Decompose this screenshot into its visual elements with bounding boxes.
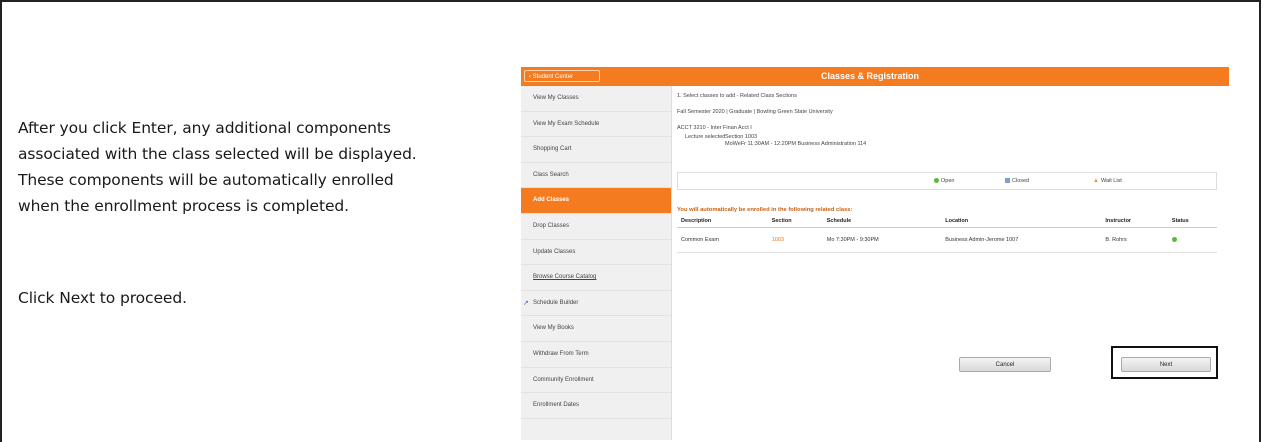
col-description: Description	[677, 215, 768, 228]
lecture-label: Lecture selected	[685, 134, 726, 140]
sidebar-item-update-classes[interactable]: Update Classes	[521, 240, 671, 266]
header-bar: ‹ Student Center Classes & Registration	[521, 67, 1229, 86]
col-instructor: Instructor	[1101, 215, 1168, 228]
step-heading: 1. Select classes to add - Related Class…	[677, 93, 797, 99]
cancel-button[interactable]: Cancel	[959, 357, 1051, 372]
sidebar-item-view-my-classes[interactable]: View My Classes	[521, 86, 671, 112]
legend-open-label: Open	[941, 178, 955, 184]
sidebar-item-view-exam-schedule[interactable]: View My Exam Schedule	[521, 112, 671, 138]
sidebar-item-shopping-cart[interactable]: Shopping Cart	[521, 137, 671, 163]
legend-closed-label: Closed	[1012, 178, 1030, 184]
status-legend: Open Closed ▲ Wait List	[677, 172, 1217, 190]
instruction-text: After you click Enter, any additional co…	[18, 115, 508, 311]
sidebar-item-withdraw[interactable]: Withdraw From Term	[521, 342, 671, 368]
col-status: Status	[1167, 215, 1217, 228]
course-title: ACCT 3210 - Inter Finan Acct I	[677, 125, 752, 131]
col-location: Location	[941, 215, 1102, 228]
table-header-row: Description Section Schedule Location In…	[677, 215, 1217, 228]
lecture-time: MoWeFr 11:30AM - 12:20PM Business Admini…	[725, 141, 867, 147]
external-link-icon: ↗	[523, 299, 529, 307]
page-title: Classes & Registration	[821, 71, 920, 81]
instruction-line: After you click Enter, any additional co…	[18, 119, 391, 137]
cell-description: Common Exam	[677, 227, 768, 253]
sidebar-item-browse-catalog[interactable]: Browse Course Catalog	[521, 265, 671, 291]
student-center-button[interactable]: ‹ Student Center	[524, 70, 600, 82]
sidebar-item-class-search[interactable]: Class Search	[521, 163, 671, 189]
cell-schedule: Mo 7:30PM - 9:30PM	[822, 227, 942, 253]
legend-open: Open	[934, 178, 954, 184]
sidebar-item-add-classes[interactable]: Add Classes	[521, 188, 671, 214]
sidebar-item-community-enrollment[interactable]: Community Enrollment	[521, 368, 671, 394]
sidebar-item-enrollment-dates[interactable]: Enrollment Dates	[521, 393, 671, 419]
legend-waitlist: ▲ Wait List	[1093, 178, 1122, 184]
cell-location: Business Admin-Jerome 1007	[941, 227, 1102, 253]
cell-section-link[interactable]: 1003	[767, 227, 823, 253]
instruction-line-next: Click Next to proceed.	[18, 289, 187, 307]
open-status-icon	[1171, 237, 1177, 243]
instruction-line: These components will be automatically e…	[18, 171, 394, 189]
legend-closed: Closed	[1005, 178, 1029, 184]
table-row: Common Exam 1003 Mo 7:30PM - 9:30PM Busi…	[677, 227, 1217, 253]
related-class-table: Description Section Schedule Location In…	[677, 215, 1217, 253]
closed-square-icon	[1005, 178, 1010, 184]
instruction-line: associated with the class selected will …	[18, 145, 417, 163]
next-highlight-box	[1111, 346, 1218, 379]
sidebar-item-label: Schedule Builder	[533, 299, 579, 306]
sidebar: View My Classes View My Exam Schedule Sh…	[521, 86, 672, 440]
cell-status	[1167, 227, 1217, 253]
sidebar-item-drop-classes[interactable]: Drop Classes	[521, 214, 671, 240]
auto-enroll-message: You will automatically be enrolled in th…	[677, 207, 853, 213]
waitlist-triangle-icon: ▲	[1093, 178, 1099, 184]
cell-instructor: B. Rohrs	[1101, 227, 1168, 253]
col-section: Section	[767, 215, 823, 228]
registration-screenshot: ‹ Student Center Classes & Registration …	[521, 67, 1229, 440]
legend-waitlist-label: Wait List	[1100, 178, 1122, 184]
open-dot-icon	[934, 178, 939, 184]
term-info: Fall Semester 2020 | Graduate | Bowling …	[677, 109, 833, 115]
instruction-line: when the enrollment process is completed…	[18, 197, 349, 215]
sidebar-item-schedule-builder[interactable]: ↗ Schedule Builder	[521, 291, 671, 317]
sidebar-item-view-books[interactable]: View My Books	[521, 316, 671, 342]
lecture-section: Section 1003	[725, 134, 758, 140]
col-schedule: Schedule	[822, 215, 942, 228]
